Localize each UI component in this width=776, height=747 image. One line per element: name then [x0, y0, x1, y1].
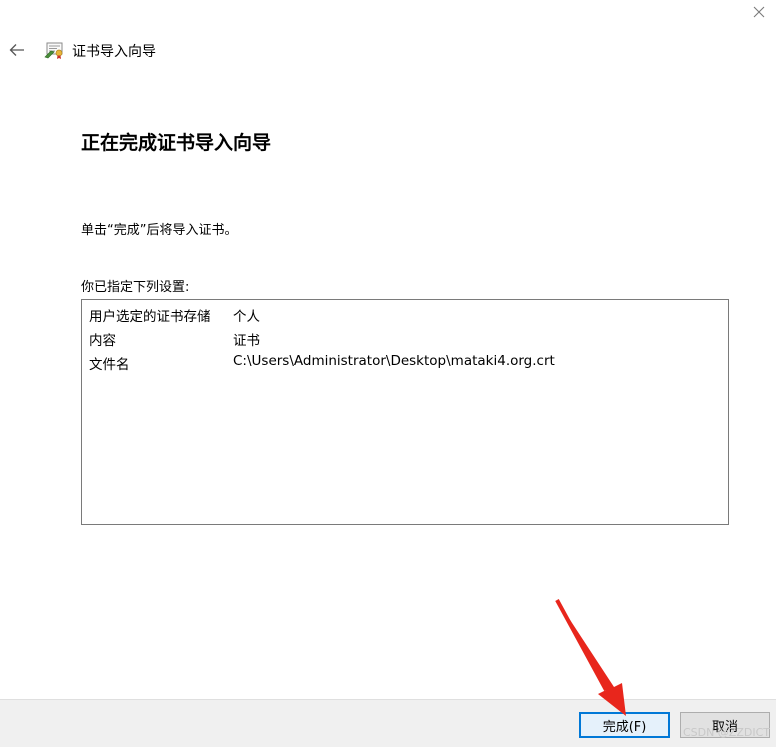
settings-key: 内容 — [89, 333, 116, 349]
close-button[interactable] — [748, 0, 770, 24]
back-button[interactable] — [6, 39, 28, 61]
finish-button[interactable]: 完成(F) — [579, 712, 670, 738]
wizard-footer: 完成(F) 取消 — [0, 699, 776, 747]
settings-label: 你已指定下列设置: — [81, 280, 190, 295]
settings-row-store: 用户选定的证书存储 个人 — [89, 305, 719, 325]
instruction-text: 单击“完成”后将导入证书。 — [81, 223, 238, 238]
settings-summary-list[interactable]: 用户选定的证书存储 个人 内容 证书 文件名 C:\Users\Administ… — [81, 299, 729, 525]
page-title: 正在完成证书导入向导 — [81, 132, 272, 154]
watermark: CSDN @ZZDICT — [682, 726, 770, 739]
certificate-icon — [44, 42, 63, 59]
back-arrow-icon — [9, 44, 24, 56]
settings-key: 用户选定的证书存储 — [89, 309, 211, 325]
certificate-import-wizard-window: 证书导入向导 正在完成证书导入向导 单击“完成”后将导入证书。 你已指定下列设置… — [0, 0, 776, 747]
settings-row-content: 内容 证书 — [89, 329, 719, 349]
settings-value: 个人 — [233, 309, 260, 325]
settings-value: 证书 — [233, 333, 260, 349]
settings-key: 文件名 — [89, 357, 130, 373]
wizard-title: 证书导入向导 — [72, 44, 156, 60]
wizard-header: 证书导入向导 — [0, 36, 776, 66]
settings-value: C:\Users\Administrator\Desktop\mataki4.o… — [233, 353, 555, 369]
settings-row-filename: 文件名 C:\Users\Administrator\Desktop\matak… — [89, 353, 719, 373]
close-icon — [753, 6, 765, 18]
